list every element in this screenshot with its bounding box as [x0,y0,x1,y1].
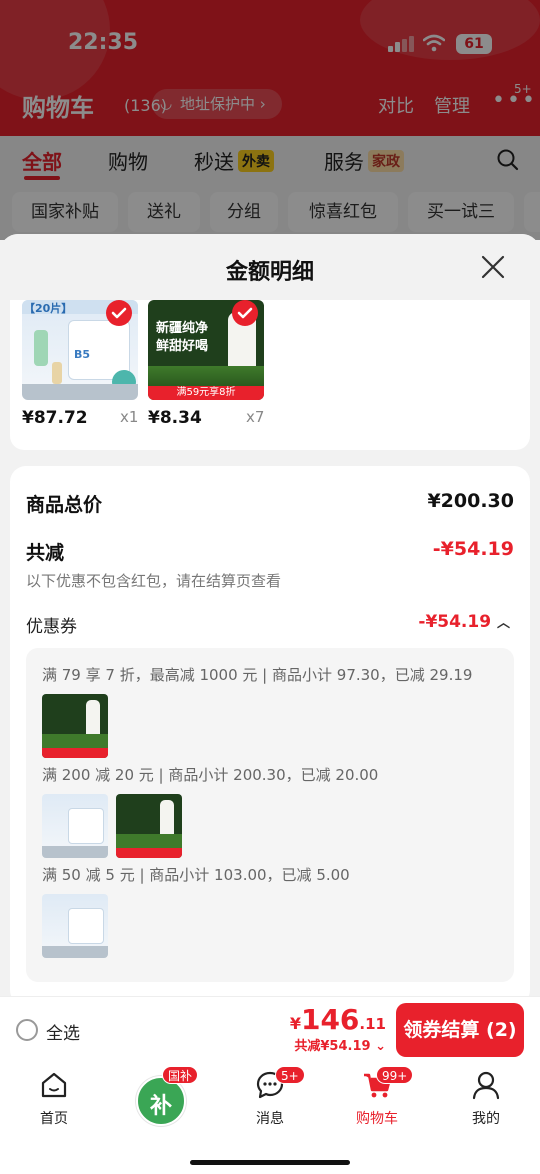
total-label: 商品总价 [26,494,103,516]
coupon-label: 优惠券 [26,617,77,637]
nav-profile-label: 我的 [472,1111,500,1127]
thumb-grass [148,366,264,386]
checkout-bar: 全选 ¥146.11 共减¥54.19 ⌄ 领券结算 (2) [0,996,540,1062]
thumb-promo: 满59元享8折 [148,386,264,400]
mini-base [42,946,108,958]
modal-overlay[interactable] [0,0,540,240]
cart-badge: 99+ [376,1066,414,1084]
coupon-rule: 满 50 减 5 元 | 商品小计 103.00，已减 5.00 [42,866,350,884]
mini-promo [42,748,108,758]
coupon-toggle[interactable]: -¥54.19 ︿ [418,612,510,632]
mini-grass [42,734,108,748]
thumb-code: B5 [74,348,91,361]
select-all-label[interactable]: 全选 [46,1019,80,1044]
thumb-base [22,384,138,400]
amount-detail-sheet: 金额明细 【20片】 B5 ¥87.72 x1 新疆纯净 鲜甜好喝 满59元享8… [0,234,540,996]
discount-label: 共减 [26,542,65,564]
checked-icon [232,300,258,326]
coupon-detail-box: 满 79 享 7 折，最高减 1000 元 | 商品小计 97.30，已减 29… [26,648,514,982]
nav-messages[interactable]: 5+ 消息 [225,1066,315,1128]
nav-messages-label: 消息 [256,1111,284,1127]
discount-value: -¥54.19 [432,538,514,560]
thumb-slogan: 新疆纯净 鲜甜好喝 [156,320,208,356]
select-all-radio[interactable] [16,1019,38,1041]
total-integer: 146 [300,1003,360,1036]
nav-home-label: 首页 [40,1111,68,1127]
bottom-navigation: 首页 补 国补 5+ 消息 99+ 购物车 我的 [0,1062,540,1174]
saved-text: 共减¥54.19 [294,1039,371,1054]
coupon-value: -¥54.19 [418,612,492,632]
subsidy-icon-char: 补 [149,1094,172,1119]
product-price: ¥87.72 [22,408,88,428]
checkout-button[interactable]: 领券结算 (2) [396,1003,524,1057]
checked-icon [106,300,132,326]
nav-cart-label: 购物车 [356,1111,398,1127]
sheet-title: 金额明细 [225,260,314,285]
nav-subsidy[interactable]: 补 国补 [116,1066,206,1128]
messages-badge: 5+ [275,1066,305,1084]
coupon-item-thumb-mask [42,894,108,958]
discount-note: 以下优惠不包含红包，请在结算页查看 [26,572,282,590]
product-qty: x1 [120,408,139,426]
chevron-down-icon: ⌄ [375,1039,386,1054]
thumb-slogan-line2: 鲜甜好喝 [156,339,209,354]
nav-profile[interactable]: 我的 [441,1068,531,1128]
product-qty: x7 [246,408,265,426]
product-list-card: 【20片】 B5 ¥87.72 x1 新疆纯净 鲜甜好喝 满59元享8折 ¥8.… [10,300,530,450]
product-price: ¥8.34 [148,408,202,428]
coupon-item-thumb-milk [116,794,182,858]
coupon-rule: 满 200 减 20 元 | 商品小计 200.30，已减 20.00 [42,766,379,784]
total-value: ¥200.30 [427,490,514,512]
saved-amount[interactable]: 共减¥54.19 ⌄ [294,1035,386,1054]
mini-base [42,846,108,858]
profile-icon [472,1071,500,1100]
coupon-rule: 满 79 享 7 折，最高减 1000 元 | 商品小计 97.30，已减 29… [42,666,473,684]
subsidy-badge: 国补 [162,1066,199,1084]
thumb-tube [34,330,48,366]
total-price: ¥146.11 [290,1003,386,1036]
currency-symbol: ¥ [289,1014,301,1033]
close-icon[interactable] [480,254,506,280]
thumb-slogan-line1: 新疆纯净 [156,321,209,336]
home-icon [41,1072,67,1098]
coupon-item-thumb-mask [42,794,108,858]
nav-home[interactable]: 首页 [9,1068,99,1128]
coupon-item-thumb-milk [42,694,108,758]
nav-cart[interactable]: 99+ 购物车 [332,1066,422,1128]
mini-grass [116,834,182,848]
mini-box [68,908,104,944]
thumb-bottle [52,362,62,384]
mini-promo [116,848,182,858]
mini-box [68,808,104,844]
total-decimal: .11 [359,1015,386,1033]
sheet-header: 金额明细 [0,234,540,300]
chevron-up-icon: ︿ [496,616,510,631]
home-indicator [190,1160,350,1165]
amount-summary-card: 商品总价 ¥200.30 共减 -¥54.19 以下优惠不包含红包，请在结算页查… [10,466,530,996]
thumb-label: 【20片】 [24,302,73,315]
